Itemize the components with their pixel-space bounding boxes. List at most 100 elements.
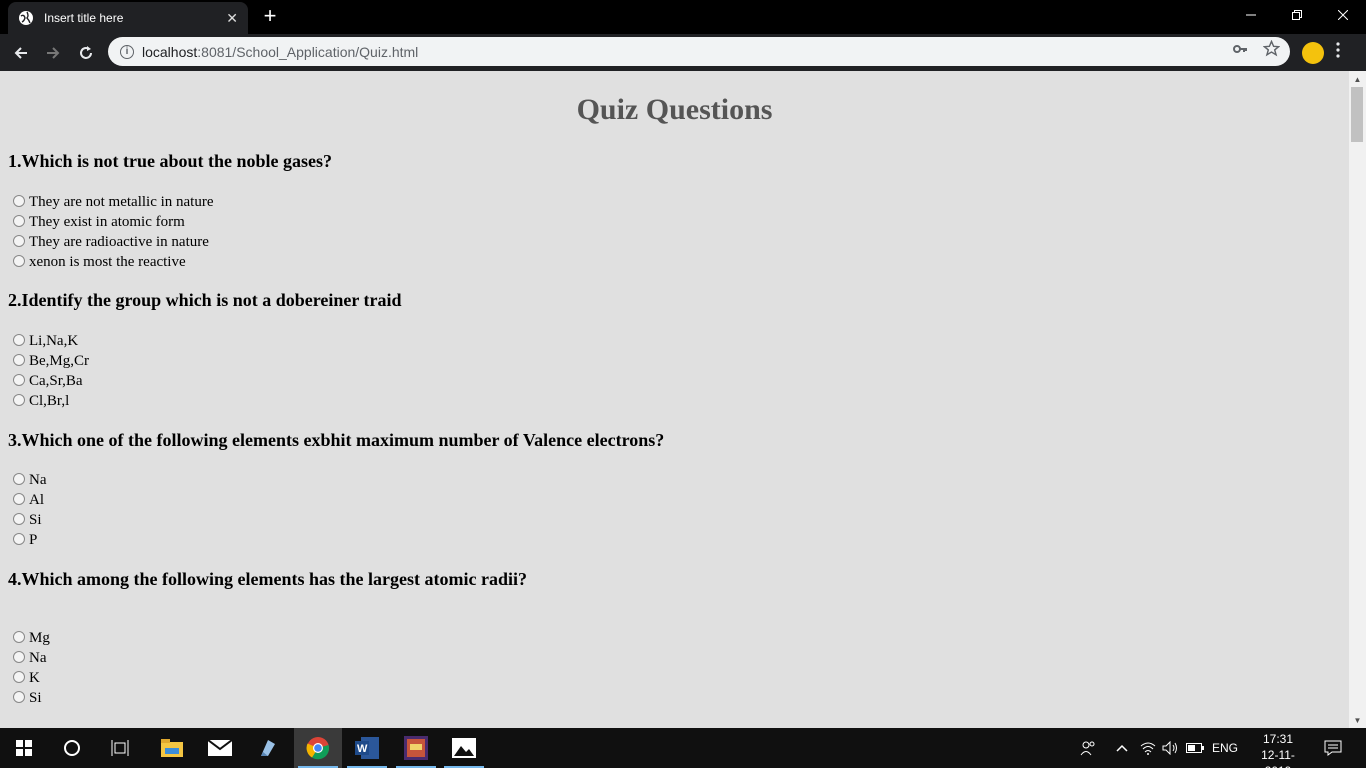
option-label: Li,Na,K [29,332,79,349]
option-q2-b[interactable]: Be,Mg,Cr [13,351,89,371]
option-label: Cl,Br,l [29,392,70,409]
browser-tab[interactable]: Insert title here ✕ [8,2,248,34]
scroll-thumb[interactable] [1351,87,1363,142]
chevron-up-icon[interactable] [1116,728,1128,768]
option-label: Na [29,471,47,488]
clock-time: 17:31 [1262,732,1294,746]
question-3: 3.Which one of the following elements ex… [8,430,665,450]
address-bar[interactable]: i localhost:8081/School_Application/Quiz… [108,37,1290,66]
radio-button[interactable] [13,670,25,683]
option-label: P [29,531,38,548]
globe-icon [18,10,34,26]
scroll-up-icon[interactable]: ▲ [1349,71,1366,87]
option-q2-a[interactable]: Li,Na,K [13,331,78,351]
radio-button[interactable] [13,393,25,406]
key-icon[interactable] [1232,41,1248,61]
option-q2-d[interactable]: Cl,Br,l [13,391,69,411]
radio-button[interactable] [13,234,25,247]
option-label: They exist in atomic form [29,213,185,230]
app-icon[interactable] [392,728,440,768]
photos-icon[interactable] [440,728,488,768]
radio-button[interactable] [13,333,25,346]
option-q4-d[interactable]: Si [13,688,42,708]
title-bar: Insert title here ✕ + [0,0,1366,34]
option-q1-b[interactable]: They exist in atomic form [13,212,185,232]
radio-button[interactable] [13,194,25,207]
option-q1-a[interactable]: They are not metallic in nature [13,192,214,212]
windows-icon[interactable] [0,728,48,768]
restore-icon[interactable] [1274,0,1320,30]
option-label: Na [29,649,47,666]
browser-toolbar: i localhost:8081/School_Application/Quiz… [0,34,1366,71]
option-label: Be,Mg,Cr [29,352,89,369]
option-label: Ca,Sr,Ba [29,372,83,389]
clock[interactable]: 17:31 12-11-2019 [1248,731,1308,768]
option-label: xenon is most the reactive [29,253,186,270]
option-label: Si [29,511,42,528]
radio-button[interactable] [13,650,25,663]
page-title: Quiz Questions [576,93,773,126]
option-q4-a[interactable]: Mg [13,628,50,648]
people-icon[interactable] [1080,728,1096,768]
option-q1-c[interactable]: They are radioactive in nature [13,232,209,252]
radio-button[interactable] [13,630,25,643]
option-q4-c[interactable]: K [13,668,40,688]
option-q3-a[interactable]: Na [13,470,47,490]
question-1: 1.Which is not true about the noble gase… [8,151,333,171]
menu-icon[interactable] [1336,42,1340,63]
minimize-icon[interactable] [1228,0,1274,30]
url-host: localhost [142,43,198,60]
option-label: Si [29,689,42,706]
option-q2-c[interactable]: Ca,Sr,Ba [13,371,83,391]
svg-text:W: W [357,743,368,755]
word-icon[interactable]: W [343,728,391,768]
close-window-icon[interactable] [1320,0,1366,30]
task-view-icon[interactable] [96,728,144,768]
radio-button[interactable] [13,254,25,267]
back-icon[interactable] [8,40,34,66]
star-icon[interactable] [1262,39,1281,61]
radio-button[interactable] [13,492,25,505]
search-icon[interactable] [48,728,96,768]
close-icon[interactable]: ✕ [226,10,238,27]
radio-button[interactable] [13,512,25,525]
forward-icon[interactable] [40,40,66,66]
option-q1-d[interactable]: xenon is most the reactive [13,252,186,272]
windows-taskbar: W ENG 17:31 12-11-2019 [0,728,1366,768]
radio-button[interactable] [13,532,25,545]
chrome-icon[interactable] [294,728,342,768]
option-label: Mg [29,629,50,646]
notification-icon[interactable] [1324,728,1342,768]
clock-date: 12-11-2019 [1261,748,1295,768]
option-label: Al [29,491,44,508]
radio-button[interactable] [13,690,25,703]
scroll-down-icon[interactable]: ▼ [1349,712,1366,728]
battery-icon[interactable] [1186,728,1204,768]
reload-icon[interactable] [73,40,99,66]
question-2: 2.Identify the group which is not a dobe… [8,290,402,310]
option-label: K [29,669,40,686]
volume-icon[interactable] [1162,728,1180,768]
language-indicator[interactable]: ENG [1212,728,1238,768]
file-explorer-icon[interactable] [148,728,196,768]
radio-button[interactable] [13,214,25,227]
option-q4-b[interactable]: Na [13,648,47,668]
option-label: They are not metallic in nature [29,193,214,210]
radio-button[interactable] [13,353,25,366]
radio-button[interactable] [13,373,25,386]
option-label: They are radioactive in nature [29,233,209,250]
extension-icon[interactable] [1302,42,1324,64]
edge-app-icon[interactable] [244,728,292,768]
wifi-icon[interactable] [1140,728,1156,768]
plus-icon[interactable]: + [258,4,282,28]
radio-button[interactable] [13,472,25,485]
vertical-scrollbar[interactable]: ▲ ▼ [1349,71,1366,728]
option-q3-d[interactable]: P [13,530,37,550]
option-q3-b[interactable]: Al [13,490,44,510]
info-icon[interactable]: i [120,44,134,59]
page-viewport: Quiz Questions 1.Which is not true about… [0,71,1349,728]
mail-icon[interactable] [196,728,244,768]
url-path: :8081/School_Application/Quiz.html [197,43,419,60]
question-4: 4.Which among the following elements has… [8,569,527,589]
option-q3-c[interactable]: Si [13,510,42,530]
